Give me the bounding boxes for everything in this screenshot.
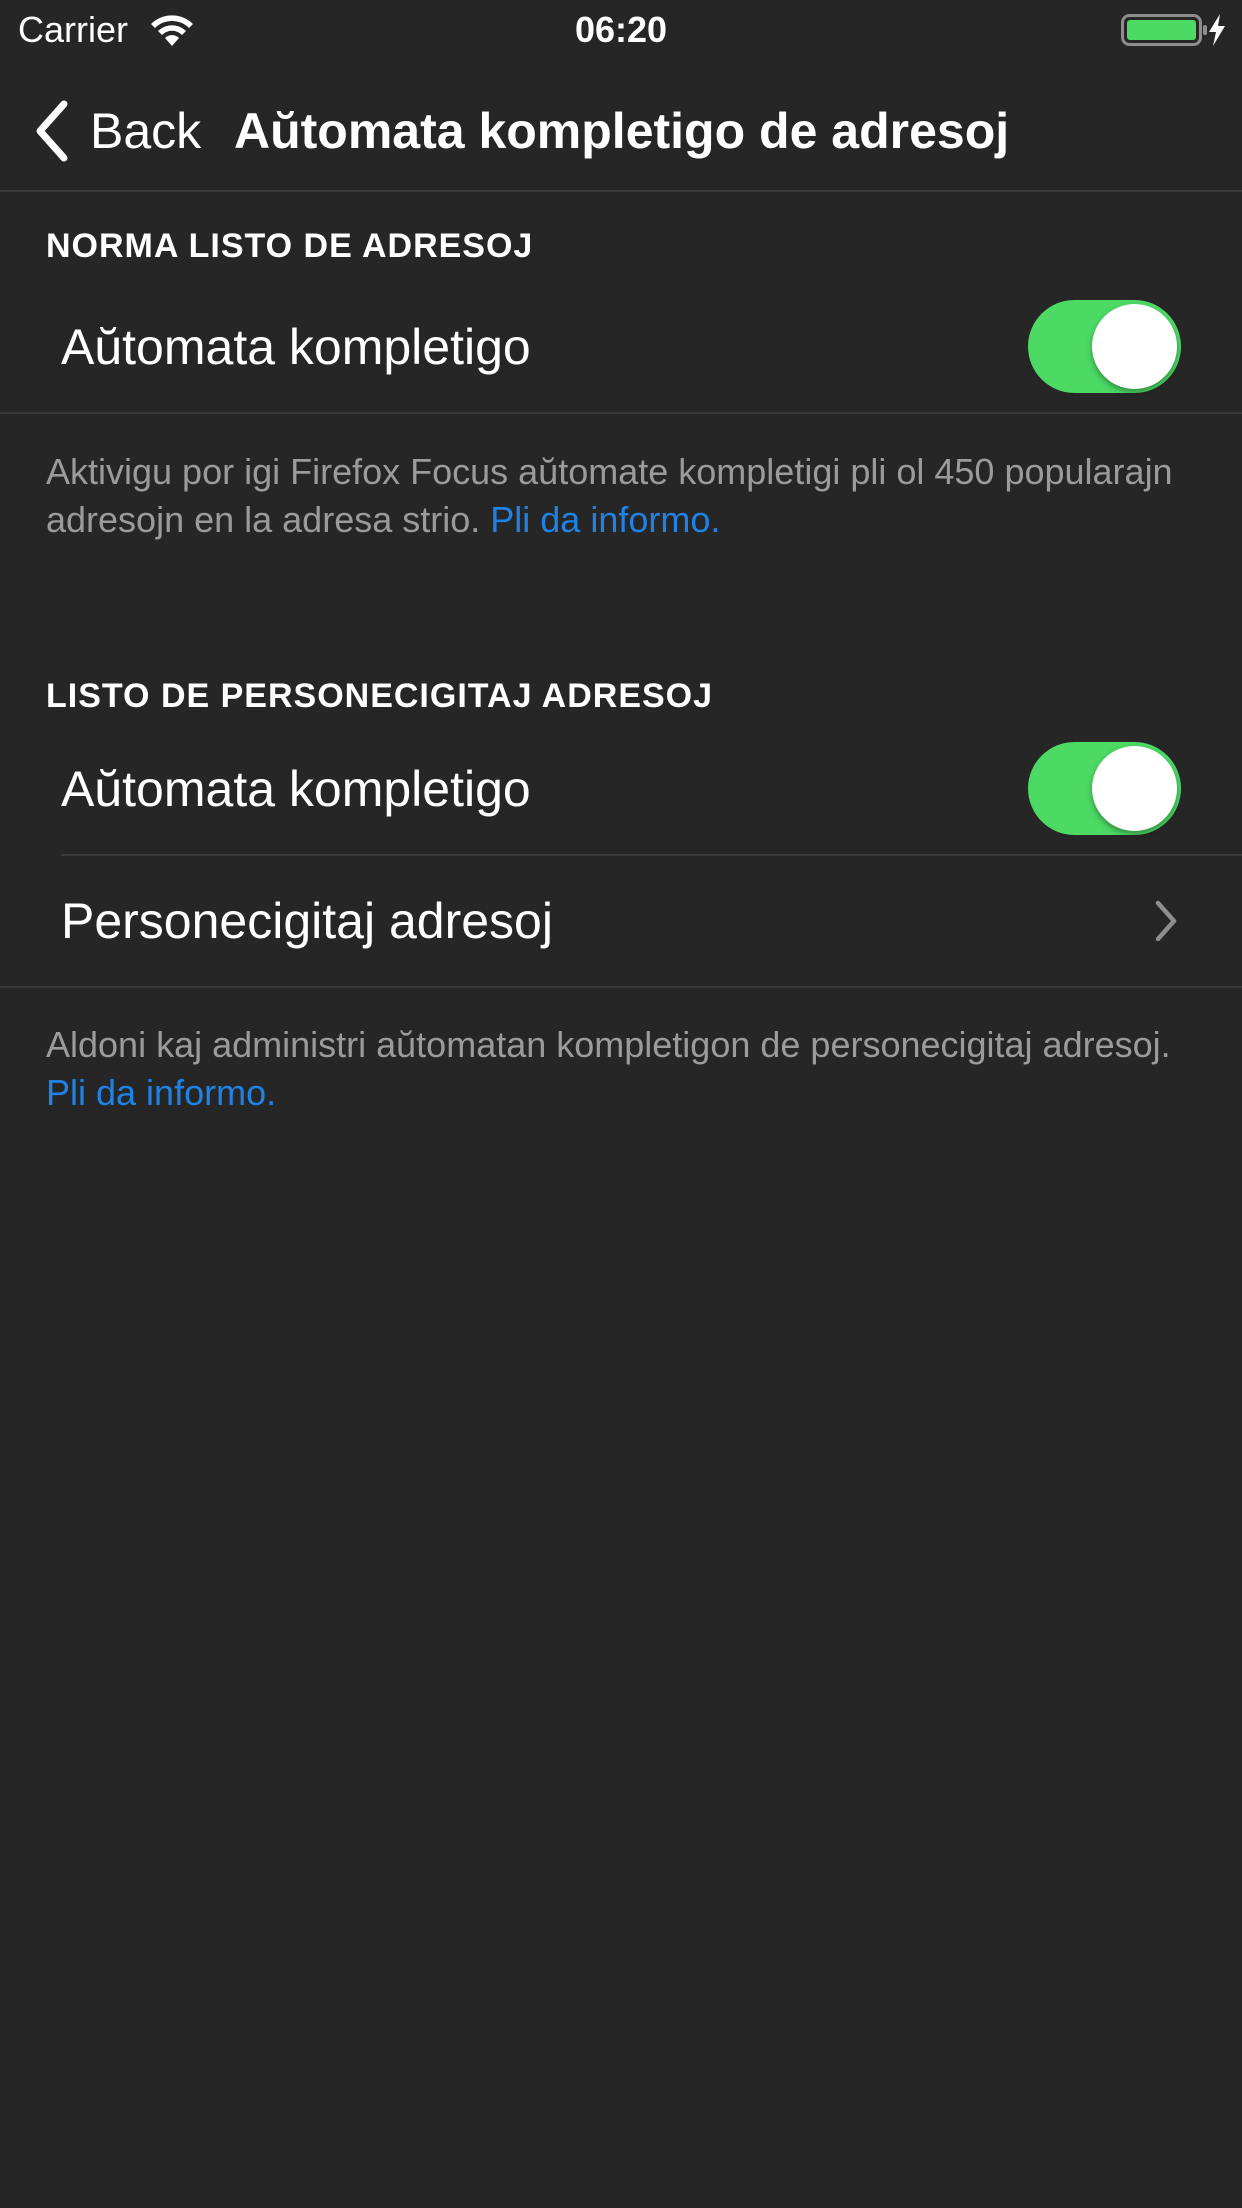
- autocomplete-custom-toggle[interactable]: [1028, 742, 1181, 835]
- footer-description: Aldoni kaj administri aŭtomatan kompleti…: [46, 1024, 1171, 1065]
- back-label: Back: [90, 103, 202, 159]
- row-autocomplete-default: Aŭtomata kompletigo: [0, 282, 1242, 412]
- section-header-default-list: NORMA LISTO DE ADRESOJ: [46, 227, 534, 265]
- status-bar: Carrier 06:20: [0, 0, 1242, 60]
- navigation-bar: Back Aŭtomata kompletigo de adresoj: [0, 60, 1242, 192]
- row-label: Aŭtomata kompletigo: [61, 319, 531, 375]
- section-footer-custom: Aldoni kaj administri aŭtomatan kompleti…: [46, 1021, 1196, 1117]
- row-label: Aŭtomata kompletigo: [61, 761, 531, 817]
- divider: [0, 412, 1242, 414]
- row-label: Personecigitaj adresoj: [61, 893, 553, 949]
- chevron-right-icon: [1155, 900, 1177, 942]
- charging-bolt-icon: [1209, 14, 1225, 46]
- battery-icon: [1121, 14, 1207, 46]
- row-custom-urls[interactable]: Personecigitaj adresoj: [0, 856, 1242, 986]
- toggle-knob: [1092, 746, 1177, 831]
- status-time: 06:20: [574, 9, 668, 50]
- section-footer-default: Aktivigu por igi Firefox Focus aŭtomate …: [46, 448, 1196, 544]
- toggle-knob: [1092, 304, 1177, 389]
- learn-more-link[interactable]: Pli da informo.: [46, 1072, 276, 1113]
- chevron-left-icon: [36, 100, 68, 162]
- learn-more-link[interactable]: Pli da informo.: [490, 499, 720, 540]
- autocomplete-default-toggle[interactable]: [1028, 300, 1181, 393]
- divider: [0, 986, 1242, 988]
- section-header-custom-list: LISTO DE PERSONECIGITAJ ADRESOJ: [46, 677, 714, 715]
- row-autocomplete-custom: Aŭtomata kompletigo: [0, 724, 1242, 854]
- back-button[interactable]: Back: [30, 96, 201, 166]
- page-title: Aŭtomata kompletigo de adresoj: [234, 103, 1010, 159]
